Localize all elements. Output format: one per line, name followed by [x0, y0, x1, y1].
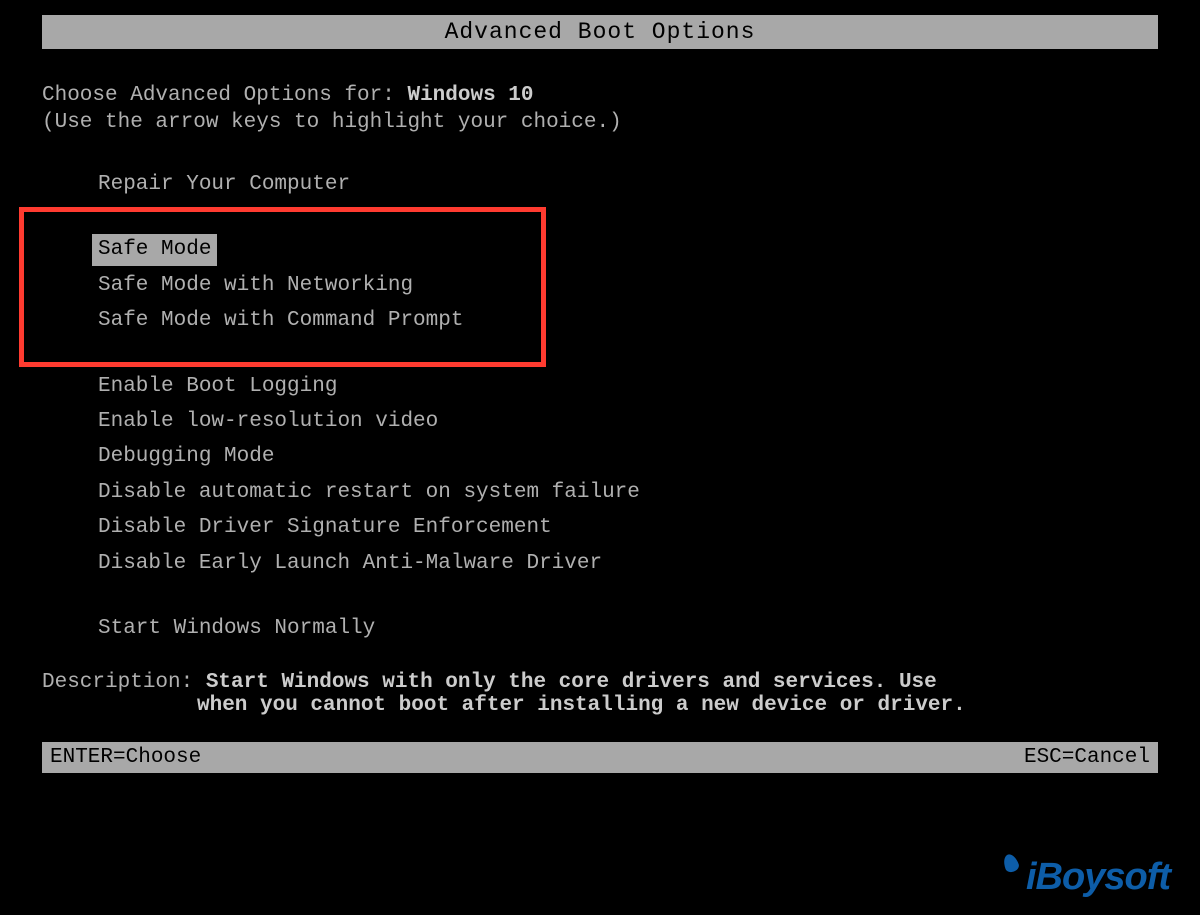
boot-option[interactable]: Repair Your Computer	[92, 169, 356, 200]
hint-line: (Use the arrow keys to highlight your ch…	[42, 111, 1158, 134]
footer-bar: ENTER=Choose ESC=Cancel	[42, 742, 1158, 773]
droplet-icon	[1001, 852, 1020, 874]
boot-option[interactable]: Safe Mode with Command Prompt	[92, 305, 469, 336]
os-name: Windows 10	[407, 84, 533, 107]
options-area: Repair Your Computer Safe Mode Safe Mode w…	[42, 169, 1158, 648]
boot-option[interactable]: Safe Mode	[92, 234, 217, 265]
boot-option[interactable]: Disable Driver Signature Enforcement	[92, 512, 558, 543]
description-section: Description: Start Windows with only the…	[0, 671, 1200, 717]
watermark-text: iBoysoft	[1026, 856, 1170, 898]
description-label: Description:	[42, 671, 206, 694]
instruction-prefix: Choose Advanced Options for:	[42, 84, 407, 107]
title-bar: Advanced Boot Options	[42, 15, 1158, 49]
content-area: Choose Advanced Options for: Windows 10 …	[0, 49, 1200, 648]
boot-option[interactable]: Safe Mode with Networking	[92, 270, 419, 301]
group-spacer	[92, 341, 1158, 371]
footer-esc: ESC=Cancel	[1024, 746, 1150, 769]
boot-option[interactable]: Start Windows Normally	[92, 613, 381, 644]
description-text-line2: when you cannot boot after installing a …	[42, 694, 1158, 717]
watermark-logo: iBoysoft	[1010, 856, 1170, 899]
footer-enter: ENTER=Choose	[50, 746, 201, 769]
boot-option[interactable]: Disable Early Launch Anti-Malware Driver	[92, 548, 608, 579]
group-spacer	[92, 583, 1158, 613]
boot-option[interactable]: Enable Boot Logging	[92, 371, 343, 402]
group-spacer	[92, 204, 1158, 234]
boot-option[interactable]: Enable low-resolution video	[92, 406, 444, 437]
description-text-line1: Start Windows with only the core drivers…	[206, 671, 937, 694]
title-text: Advanced Boot Options	[445, 19, 756, 45]
instruction-line: Choose Advanced Options for: Windows 10	[42, 84, 1158, 107]
boot-option[interactable]: Disable automatic restart on system fail…	[92, 477, 646, 508]
boot-option[interactable]: Debugging Mode	[92, 441, 280, 472]
